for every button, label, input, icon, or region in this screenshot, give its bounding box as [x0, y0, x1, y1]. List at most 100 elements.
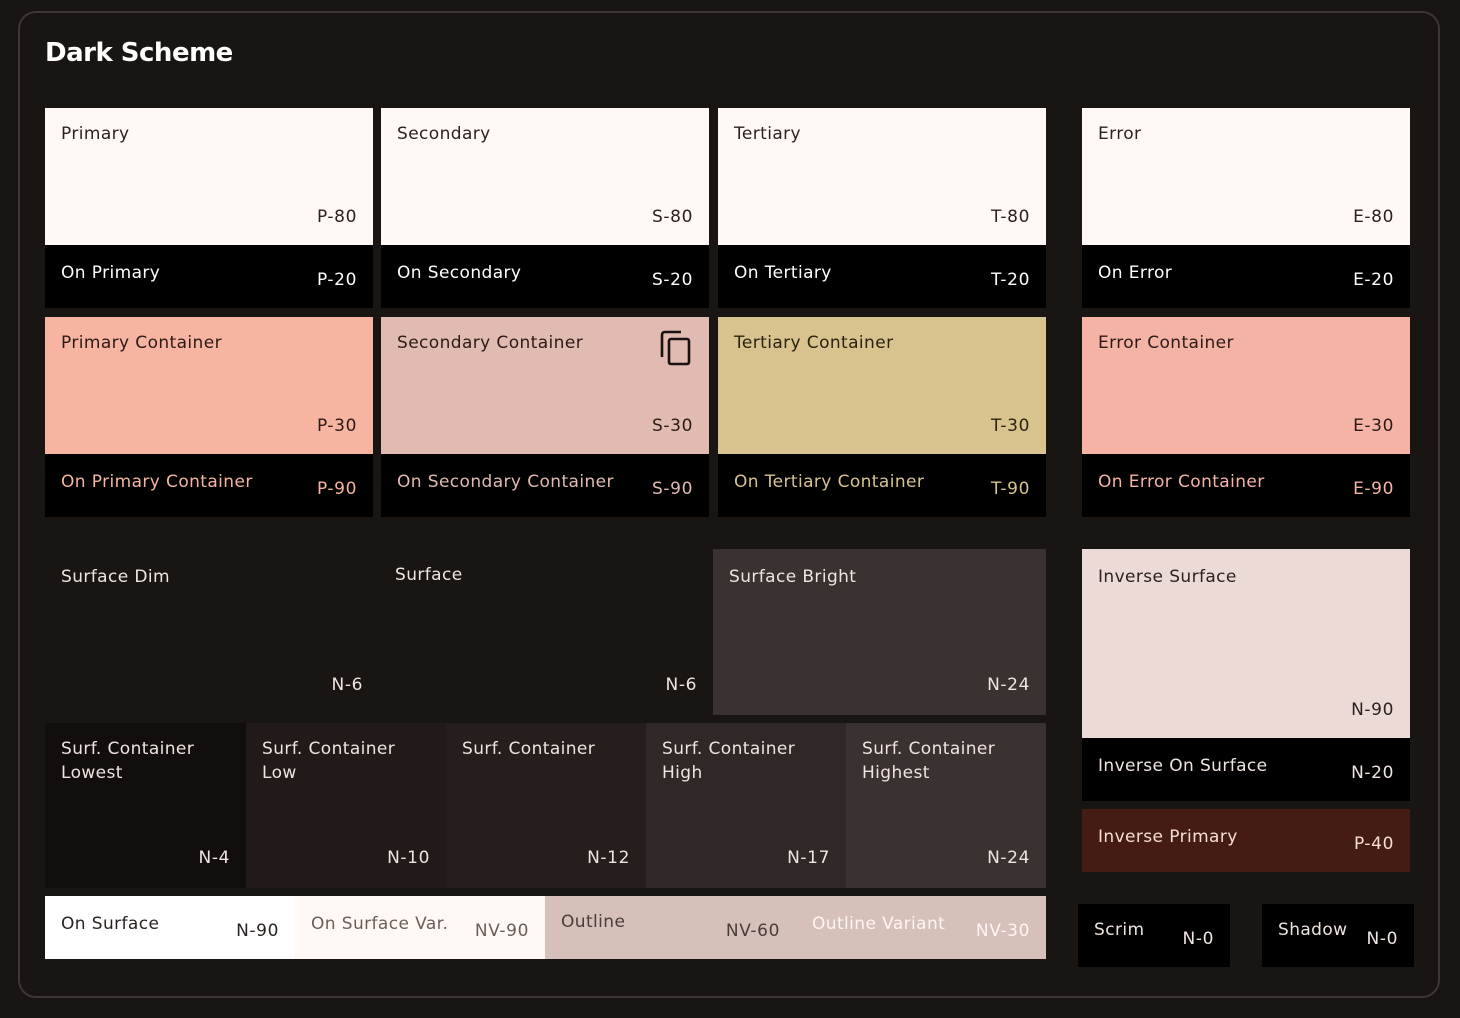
- tile-on-error-container[interactable]: On Error Container E-90: [1082, 454, 1410, 517]
- tile-code: N-90: [1351, 700, 1394, 720]
- tile-surface-bright[interactable]: Surface Bright N-24: [713, 549, 1046, 715]
- tile-label: Secondary Container: [397, 333, 584, 353]
- tile-primary-container[interactable]: Primary Container P-30: [45, 317, 373, 454]
- tile-label: Outline: [561, 912, 626, 932]
- tile-tertiary-container[interactable]: Tertiary Container T-30: [718, 317, 1046, 454]
- tile-label: Surface Bright: [729, 567, 857, 587]
- tile-code: P-90: [316, 479, 357, 499]
- tile-code: N-10: [387, 848, 430, 868]
- tile-label: Surface Dim: [61, 567, 170, 587]
- tile-shadow[interactable]: Shadow N-0: [1262, 904, 1414, 967]
- tile-code: T-90: [991, 479, 1030, 499]
- tile-inverse-primary[interactable]: Inverse Primary P-40: [1082, 809, 1410, 872]
- tile-outline[interactable]: Outline NV-60: [545, 896, 796, 959]
- tile-label: Surface: [395, 565, 463, 585]
- tile-code: N-20: [1351, 763, 1394, 783]
- tile-code: N-6: [665, 675, 697, 695]
- tile-code: N-17: [787, 848, 830, 868]
- tile-code: P-30: [316, 416, 357, 436]
- tile-label: On Tertiary: [734, 263, 832, 283]
- tile-on-error[interactable]: On Error E-20: [1082, 245, 1410, 308]
- tile-surf-container-high[interactable]: Surf. Container High N-17: [646, 723, 846, 888]
- tile-label: On Primary: [61, 263, 161, 283]
- tile-surface-dim[interactable]: Surface Dim N-6: [45, 549, 379, 715]
- tile-code: N-6: [331, 675, 363, 695]
- tile-on-primary[interactable]: On Primary P-20: [45, 245, 373, 308]
- tile-on-primary-container[interactable]: On Primary Container P-90: [45, 454, 373, 517]
- tile-code: P-20: [316, 270, 357, 290]
- tile-error-container[interactable]: Error Container E-30: [1082, 317, 1410, 454]
- tile-label: Outline Variant: [812, 914, 946, 934]
- tile-outline-variant[interactable]: Outline Variant NV-30: [796, 896, 1046, 959]
- page-title: Dark Scheme: [45, 38, 233, 68]
- tile-label: Tertiary: [734, 124, 801, 144]
- tile-label: On Error: [1098, 263, 1173, 283]
- tile-on-secondary-container[interactable]: On Secondary Container S-90: [381, 454, 709, 517]
- tile-surf-container-low[interactable]: Surf. Container Low N-10: [246, 723, 446, 888]
- tile-label: Surf. Container: [462, 739, 596, 759]
- tile-on-surface[interactable]: On Surface N-90: [45, 896, 295, 959]
- tile-inverse-on-surface[interactable]: Inverse On Surface N-20: [1082, 738, 1410, 801]
- tile-code: S-80: [652, 207, 693, 227]
- tile-code: T-80: [991, 207, 1030, 227]
- tile-secondary-container[interactable]: Secondary Container S-30: [381, 317, 709, 454]
- tile-label: On Tertiary Container: [734, 472, 925, 492]
- tile-code: N-24: [987, 848, 1030, 868]
- tile-label: Shadow: [1278, 920, 1348, 940]
- tile-code: S-30: [652, 416, 693, 436]
- tile-label: Scrim: [1094, 920, 1145, 940]
- tile-code: S-20: [652, 270, 693, 290]
- tile-code: NV-60: [725, 921, 780, 941]
- tile-label: Inverse Primary: [1098, 827, 1238, 847]
- tile-code: N-0: [1182, 929, 1214, 949]
- tile-label: Inverse Surface: [1098, 567, 1237, 587]
- tile-on-surface-variant[interactable]: On Surface Var. NV-90: [295, 896, 545, 959]
- tile-label: Secondary: [397, 124, 491, 144]
- tile-code: P-80: [316, 207, 357, 227]
- tile-label: Surf. Container Low: [262, 739, 396, 783]
- tile-label: Inverse On Surface: [1098, 756, 1268, 776]
- tile-label: On Error Container: [1098, 472, 1265, 492]
- tile-error[interactable]: Error E-80: [1082, 108, 1410, 245]
- tile-code: S-90: [652, 479, 693, 499]
- tile-secondary[interactable]: Secondary S-80: [381, 108, 709, 245]
- tile-code: E-20: [1353, 270, 1394, 290]
- tile-code: N-90: [236, 921, 279, 941]
- tile-label: On Primary Container: [61, 472, 253, 492]
- tile-label: Surf. Container Lowest: [61, 739, 195, 783]
- tile-code: E-90: [1353, 479, 1394, 499]
- tile-code: E-30: [1353, 416, 1394, 436]
- tile-code: N-4: [198, 848, 230, 868]
- tile-code: P-40: [1353, 834, 1394, 854]
- tile-code: E-80: [1353, 207, 1394, 227]
- tile-label: Surf. Container Highest: [862, 739, 996, 783]
- tile-code: NV-90: [474, 921, 529, 941]
- tile-code: T-30: [991, 416, 1030, 436]
- tile-on-secondary[interactable]: On Secondary S-20: [381, 245, 709, 308]
- tile-label: Surf. Container High: [662, 739, 796, 783]
- tile-surf-container-highest[interactable]: Surf. Container Highest N-24: [846, 723, 1046, 888]
- tile-label: Error: [1098, 124, 1142, 144]
- tile-code: T-20: [991, 270, 1030, 290]
- tile-surf-container[interactable]: Surf. Container N-12: [446, 723, 646, 888]
- copy-icon[interactable]: [659, 329, 693, 367]
- tile-label: Error Container: [1098, 333, 1234, 353]
- tile-inverse-surface[interactable]: Inverse Surface N-90: [1082, 549, 1410, 738]
- tile-primary[interactable]: Primary P-80: [45, 108, 373, 245]
- tile-code: N-12: [587, 848, 630, 868]
- tile-code: NV-30: [975, 921, 1030, 941]
- tile-label: Tertiary Container: [734, 333, 894, 353]
- tile-label: On Secondary Container: [397, 472, 614, 492]
- tile-tertiary[interactable]: Tertiary T-80: [718, 108, 1046, 245]
- tile-scrim[interactable]: Scrim N-0: [1078, 904, 1230, 967]
- tile-code: N-0: [1366, 929, 1398, 949]
- tile-code: N-24: [987, 675, 1030, 695]
- tile-on-tertiary-container[interactable]: On Tertiary Container T-90: [718, 454, 1046, 517]
- tile-on-tertiary[interactable]: On Tertiary T-20: [718, 245, 1046, 308]
- tile-label: On Secondary: [397, 263, 522, 283]
- tile-surf-container-lowest[interactable]: Surf. Container Lowest N-4: [45, 723, 246, 888]
- tile-label: Primary Container: [61, 333, 222, 353]
- tile-label: On Surface Var.: [311, 914, 449, 934]
- tile-surface[interactable]: Surface N-6: [379, 549, 713, 715]
- tile-label: Primary: [61, 124, 130, 144]
